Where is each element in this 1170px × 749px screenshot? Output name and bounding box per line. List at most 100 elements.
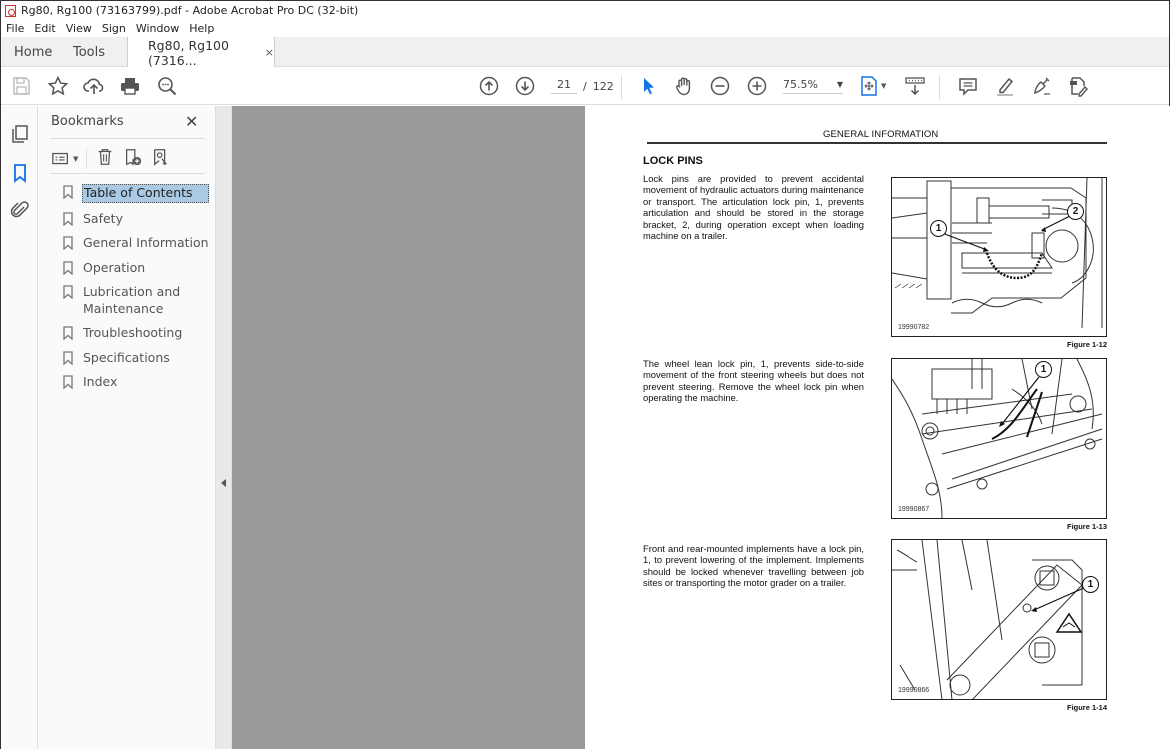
tab-bar: Home Tools Rg80, Rg100 (7316... × bbox=[1, 37, 1169, 68]
print-icon[interactable] bbox=[119, 75, 141, 97]
save-icon[interactable] bbox=[10, 75, 32, 97]
chevron-down-icon: ▼ bbox=[836, 80, 843, 89]
bookmark-label: Table of Contents bbox=[82, 184, 209, 203]
toolbar-divider bbox=[621, 75, 622, 99]
zoom-level-dropdown[interactable]: 75.5% ▼ bbox=[783, 78, 843, 94]
figure-illustration bbox=[892, 178, 1103, 329]
cloud-upload-icon[interactable] bbox=[83, 75, 105, 97]
callout-1: 1 bbox=[1035, 361, 1052, 378]
toolbar: 21 / 122 75.5% ▼ ▼ bbox=[1, 67, 1169, 105]
bookmark-operation[interactable]: Operation bbox=[63, 260, 213, 277]
fit-page-icon[interactable] bbox=[858, 75, 880, 97]
menu-file[interactable]: File bbox=[6, 22, 24, 35]
select-arrow-icon[interactable] bbox=[637, 75, 659, 97]
callout-1: 1 bbox=[930, 220, 947, 237]
panel-collapse-handle[interactable] bbox=[216, 106, 232, 749]
bookmark-label: Index bbox=[83, 374, 118, 389]
highlight-icon[interactable] bbox=[994, 75, 1016, 97]
paragraph-implements: Front and rear-mounted implements have a… bbox=[643, 543, 864, 589]
bookmark-index[interactable]: Index bbox=[63, 374, 213, 391]
bookmark-lubrication-and-maintenance[interactable]: Lubrication and Maintenance bbox=[63, 284, 213, 317]
fit-page-dropdown-icon[interactable]: ▼ bbox=[881, 82, 886, 90]
figure-1-13-image: 1 19990867 bbox=[891, 358, 1107, 519]
acrobat-app-icon bbox=[5, 4, 16, 17]
close-tab-icon[interactable]: × bbox=[265, 46, 274, 59]
figure-caption: Figure 1-13 bbox=[1066, 522, 1107, 531]
menu-sign[interactable]: Sign bbox=[102, 22, 126, 35]
callout-2: 2 bbox=[1067, 203, 1084, 220]
zoom-out-icon[interactable] bbox=[709, 75, 731, 97]
delete-bookmark-icon[interactable] bbox=[95, 147, 115, 171]
menu-edit[interactable]: Edit bbox=[34, 22, 55, 35]
sign-icon[interactable] bbox=[1031, 75, 1053, 97]
page-thumbnails-icon[interactable] bbox=[9, 123, 31, 145]
options-menu-icon[interactable]: ▼ bbox=[51, 149, 78, 169]
attachments-icon[interactable] bbox=[9, 199, 31, 221]
navigation-rail bbox=[1, 106, 38, 749]
bookmarks-toolbar: ▼ bbox=[51, 148, 171, 170]
panel-divider bbox=[50, 138, 205, 139]
figure-illustration bbox=[892, 540, 1087, 699]
paragraph-lock-pins: Lock pins are provided to prevent accide… bbox=[643, 173, 864, 242]
collapse-arrow-icon bbox=[221, 479, 226, 487]
current-page-input[interactable]: 21 bbox=[551, 78, 577, 94]
panel-divider bbox=[50, 173, 205, 174]
toolbar-divider bbox=[86, 149, 88, 169]
tab-document[interactable]: Rg80, Rg100 (7316... × bbox=[127, 37, 275, 68]
figure-1-12-image: 1 2 19990782 bbox=[891, 177, 1107, 337]
bookmark-icon bbox=[63, 326, 73, 340]
bookmark-label: Specifications bbox=[83, 349, 170, 365]
new-bookmark-icon[interactable] bbox=[123, 147, 143, 171]
total-pages: 122 bbox=[592, 79, 614, 93]
toolbar-divider bbox=[939, 75, 940, 99]
document-view[interactable]: GENERAL INFORMATION LOCK PINS Lock pins … bbox=[585, 106, 1170, 749]
menu-help[interactable]: Help bbox=[189, 22, 214, 35]
bookmark-properties-icon[interactable] bbox=[151, 147, 171, 171]
paragraph-wheel-lean: The wheel lean lock pin, 1, prevents sid… bbox=[643, 358, 864, 404]
bookmarks-panel-icon[interactable] bbox=[9, 162, 31, 184]
find-icon[interactable] bbox=[156, 75, 178, 97]
bookmark-icon bbox=[63, 260, 73, 275]
figure-illustration bbox=[892, 359, 1103, 518]
tab-home[interactable]: Home bbox=[14, 37, 52, 67]
menu-window[interactable]: Window bbox=[136, 22, 179, 35]
section-heading: LOCK PINS bbox=[643, 155, 703, 167]
bookmark-icon bbox=[63, 185, 73, 199]
figure-caption: Figure 1-12 bbox=[1066, 340, 1107, 349]
bookmark-label: Lubrication and Maintenance bbox=[83, 284, 181, 316]
bookmark-label: Operation bbox=[83, 259, 146, 275]
bookmark-general-information[interactable]: General Information bbox=[63, 235, 213, 252]
menu-bar: File Edit View Sign Window Help bbox=[1, 20, 1169, 37]
figure-1-14-image: 1 19990866 bbox=[891, 539, 1107, 700]
bookmark-safety[interactable]: Safety bbox=[63, 211, 213, 228]
page-separator: / bbox=[583, 79, 587, 93]
bookmark-troubleshooting[interactable]: Troubleshooting bbox=[63, 325, 213, 342]
page-down-icon[interactable] bbox=[514, 75, 536, 97]
bookmark-icon bbox=[63, 285, 73, 299]
figure-id: 19990782 bbox=[898, 324, 930, 331]
menu-view[interactable]: View bbox=[66, 22, 92, 35]
acrobat-window: Rg80, Rg100 (73163799).pdf - Adobe Acrob… bbox=[0, 0, 1170, 749]
bookmarks-panel: Bookmarks ✕ ▼ Table of Contents Safety G… bbox=[38, 106, 216, 749]
bookmark-icon bbox=[63, 375, 73, 389]
scroll-mode-icon[interactable] bbox=[904, 75, 926, 97]
bookmarks-list: Table of Contents Safety General Informa… bbox=[63, 184, 213, 399]
callout-1: 1 bbox=[1082, 576, 1099, 593]
zoom-in-icon[interactable] bbox=[746, 75, 768, 97]
page-header: GENERAL INFORMATION bbox=[823, 129, 939, 140]
bookmark-star-icon[interactable] bbox=[47, 75, 69, 97]
figure-id: 19990867 bbox=[898, 506, 930, 513]
page-navigator: 21 / 122 bbox=[551, 78, 614, 94]
page-up-icon[interactable] bbox=[478, 75, 500, 97]
figure-id: 19990866 bbox=[898, 687, 930, 694]
bookmark-table-of-contents[interactable]: Table of Contents bbox=[63, 184, 213, 203]
comment-icon[interactable] bbox=[957, 75, 979, 97]
redact-icon[interactable] bbox=[1067, 75, 1089, 97]
tab-document-label: Rg80, Rg100 (7316... bbox=[148, 37, 229, 68]
bookmark-label: Safety bbox=[83, 210, 123, 226]
close-panel-icon[interactable]: ✕ bbox=[185, 112, 198, 131]
hand-icon[interactable] bbox=[673, 75, 695, 97]
tab-tools[interactable]: Tools bbox=[73, 37, 105, 67]
bookmark-specifications[interactable]: Specifications bbox=[63, 350, 213, 367]
window-title: Rg80, Rg100 (73163799).pdf - Adobe Acrob… bbox=[21, 4, 359, 17]
